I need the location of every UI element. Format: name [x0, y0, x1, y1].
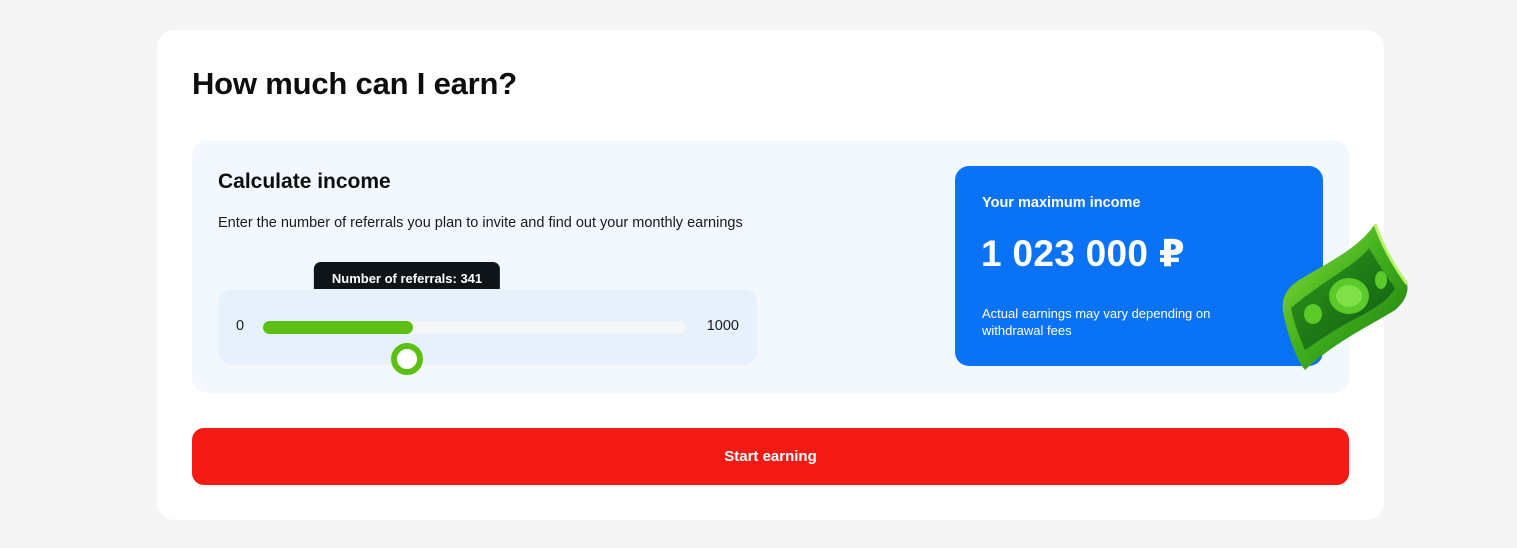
referrals-slider-box: 0 1000 [218, 289, 757, 375]
slider-track[interactable] [263, 321, 686, 375]
slider-thumb[interactable] [391, 343, 423, 375]
earnings-card: How much can I earn? Calculate income En… [157, 30, 1409, 520]
max-income-label: Your maximum income [982, 195, 1141, 211]
max-income-value: 1 023 000 ₽ [981, 233, 1185, 274]
slider-fill [263, 321, 413, 334]
calculator-title: Calculate income [218, 170, 391, 193]
slider-max-label: 1000 [706, 318, 739, 334]
max-income-card: Your maximum income 1 023 000 ₽ Actual e… [955, 166, 1323, 366]
start-earning-button[interactable]: Start earning [192, 428, 1349, 485]
calculator-panel: Calculate income Enter the number of ref… [192, 140, 1409, 393]
slider-min-label: 0 [236, 318, 245, 334]
income-disclaimer: Actual earnings may vary depending on wi… [982, 306, 1211, 338]
money-banknote-icon [1282, 223, 1409, 370]
section-title: How much can I earn? [192, 66, 518, 101]
calculator-description: Enter the number of referrals you plan t… [218, 215, 743, 231]
